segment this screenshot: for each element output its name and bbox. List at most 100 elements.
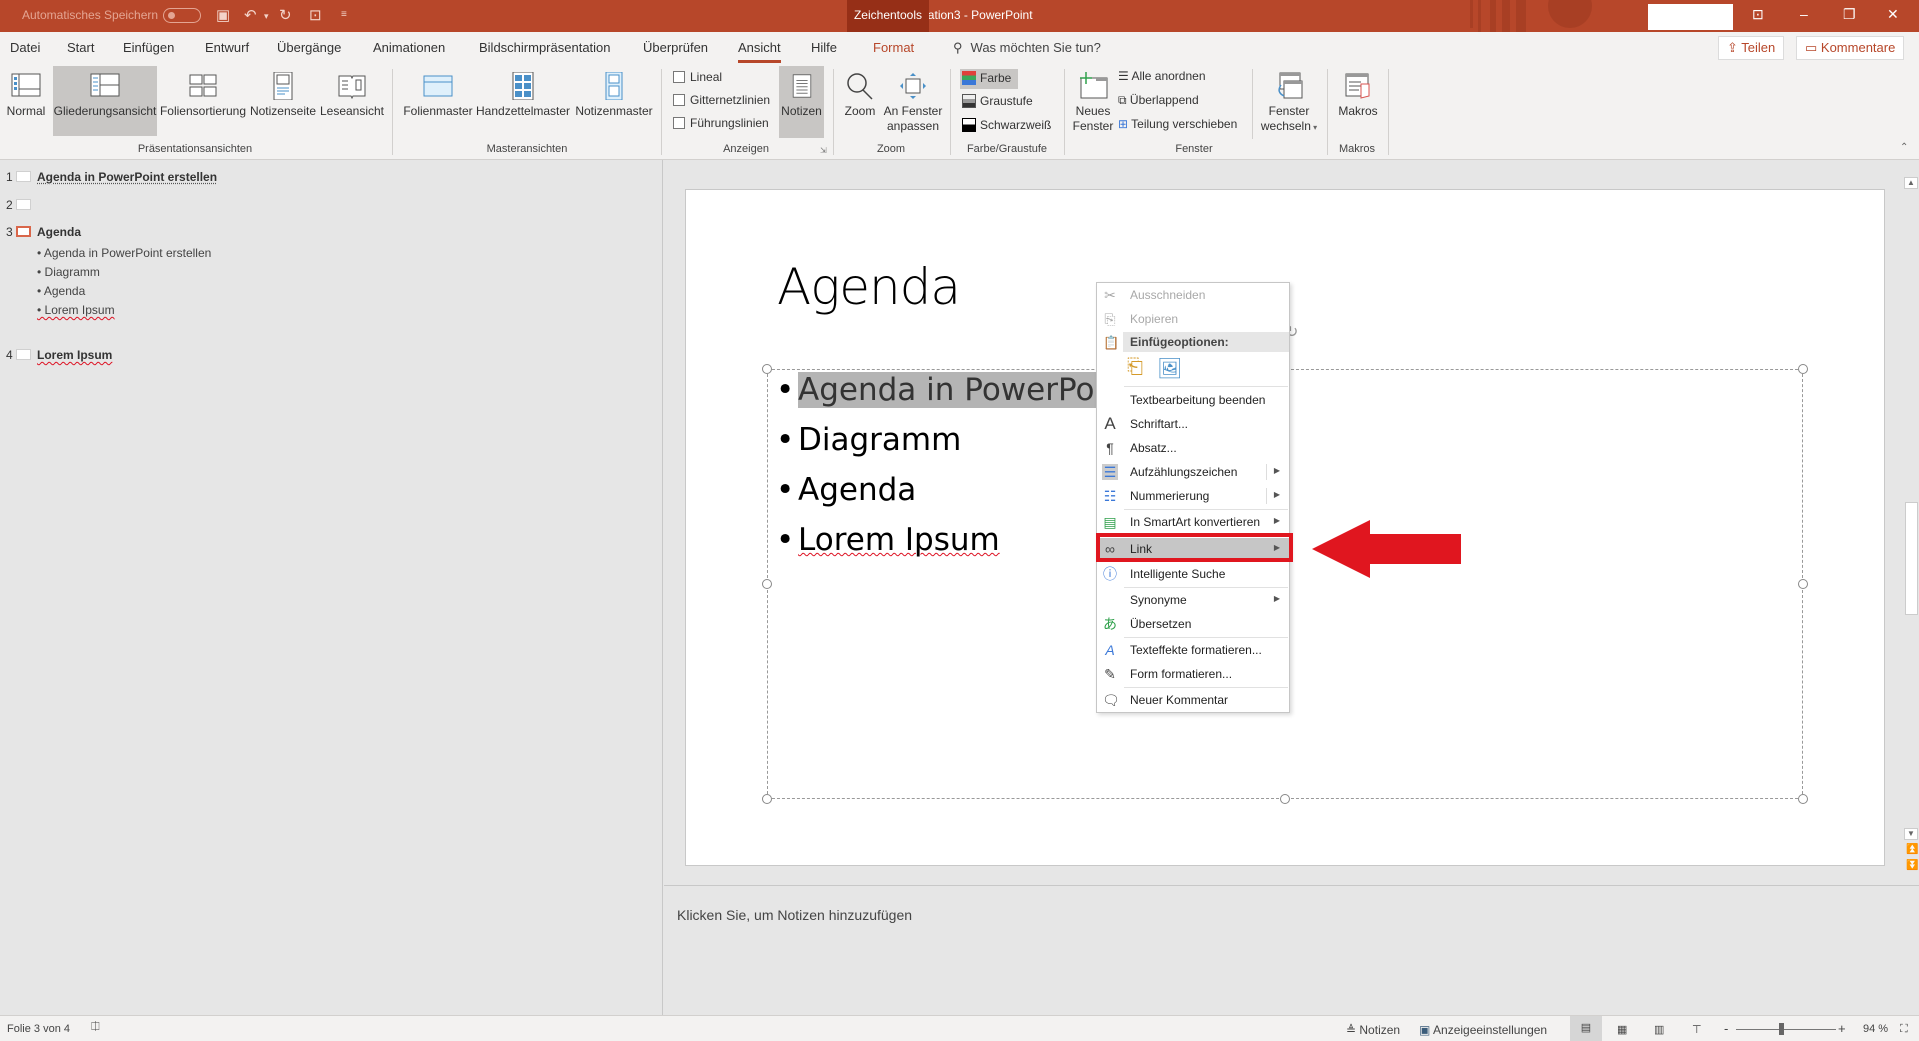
tab-bildschirmpraesentation[interactable]: Bildschirmpräsentation [479,40,611,55]
zoom-level[interactable]: 94 % [1863,1023,1888,1035]
comments-button[interactable]: ▭ Kommentare [1796,36,1905,60]
menu-item-format-shape[interactable]: ✎ Form formatieren... [1097,663,1289,685]
tab-animationen[interactable]: Animationen [373,40,445,55]
share-button[interactable]: ⇪ Teilen [1718,36,1785,60]
outline-slide-title[interactable]: Agenda in PowerPoint erstellen [37,170,217,184]
guides-checkbox[interactable]: Führungslinien [673,116,769,130]
resize-handle-top-right[interactable] [1798,364,1808,374]
zoom-out-button[interactable]: - [1724,1021,1728,1036]
notes-pane[interactable]: Klicken Sie, um Notizen hinzuzufügen [664,885,1919,1015]
outline-bullet[interactable]: • Diagramm [37,265,100,279]
outline-slide-2[interactable]: 2 [6,198,37,212]
menu-item-bullets[interactable]: ☰ Aufzählungszeichen ▶ [1097,461,1289,483]
ruler-checkbox[interactable]: Lineal [673,70,722,84]
outline-slide-title[interactable]: Agenda [37,225,81,239]
resize-handle-bottom-center[interactable] [1280,794,1290,804]
notes-page-button[interactable]: Notizenseite [249,66,317,136]
menu-item-numbering[interactable]: ☷ Nummerierung ▶ [1097,485,1289,507]
arrange-all-button[interactable]: ☰ Alle anordnen [1118,69,1206,83]
ribbon-display-options-icon[interactable]: ⊡ [1752,6,1764,23]
normal-view-button[interactable]: Normal [5,66,47,136]
accessibility-check-icon[interactable]: ⎅ [91,1021,100,1034]
notes-toggle-button[interactable]: Notizen [779,66,824,138]
tab-uebergaenge[interactable]: Übergänge [277,40,341,55]
color-button[interactable]: Farbe [960,69,1018,89]
previous-slide-icon[interactable]: ⏫ [1906,844,1918,855]
display-settings-button[interactable]: ▣ Anzeigeeinstellungen [1419,1023,1547,1037]
menu-item-format-text-effects[interactable]: A Texteffekte formatieren... [1097,639,1289,661]
bullet-text[interactable]: Agenda [798,472,916,508]
scroll-down-icon[interactable]: ▼ [1904,828,1918,840]
slide-sorter-status-icon[interactable]: ▦ [1617,1023,1627,1036]
dialog-launcher-icon[interactable]: ⇲ [820,146,827,155]
next-slide-icon[interactable]: ⏬ [1906,860,1918,871]
outline-view-button[interactable]: Gliederungsansicht [53,66,157,136]
outline-slide-4[interactable]: 4 Lorem Ipsum [6,348,112,362]
tab-einfuegen[interactable]: Einfügen [123,40,174,55]
zoom-slider-track[interactable] [1736,1029,1836,1030]
cascade-button[interactable]: ⧉ Überlappend [1118,93,1199,108]
menu-item-smart-lookup[interactable]: ⓘ Intelligente Suche [1097,563,1289,585]
macros-button[interactable]: Makros [1334,66,1382,136]
outline-pane[interactable]: 1 Agenda in PowerPoint erstellen 2 3 Agend… [0,160,663,1015]
scrollbar-thumb[interactable] [1905,502,1918,615]
gridlines-checkbox[interactable]: Gitternetzlinien [673,93,770,107]
tab-ansicht[interactable]: Ansicht [738,40,781,63]
grayscale-button[interactable]: Graustufe [962,94,1033,108]
collapse-ribbon-icon[interactable]: ⌃ [1900,142,1908,153]
resize-handle-top-left[interactable] [762,364,772,374]
paste-keep-text-icon[interactable]: ⎗ [1127,356,1143,379]
new-window-button[interactable]: Neues Fenster [1072,66,1114,144]
menu-item-new-comment[interactable]: 🗨 Neuer Kommentar [1097,689,1289,711]
bullet-text[interactable]: Lorem Ipsum [798,522,1000,558]
outline-bullet[interactable]: • Agenda in PowerPoint erstellen [37,246,211,260]
move-split-button[interactable]: ⊞ Teilung verschieben [1118,117,1237,131]
resize-handle-bottom-right[interactable] [1798,794,1808,804]
slide-thumbnail-icon[interactable] [16,171,31,182]
normal-view-status-icon[interactable]: ▤ [1570,1016,1602,1041]
tab-datei[interactable]: Datei [10,40,40,55]
slide-bullet-2[interactable]: • Diagramm [776,422,961,458]
notes-status-button[interactable]: ≜ Notizen [1346,1023,1400,1037]
slide-master-button[interactable]: Folienmaster [400,66,476,136]
menu-item-paragraph[interactable]: ¶ Absatz... [1097,437,1289,459]
tab-entwurf[interactable]: Entwurf [205,40,249,55]
handout-master-button[interactable]: Handzettelmaster [476,66,570,136]
tell-me-search[interactable]: ⚲ Was möchten Sie tun? [953,40,1101,56]
notes-placeholder[interactable]: Klicken Sie, um Notizen hinzuzufügen [677,907,912,923]
fit-to-window-button[interactable]: An Fenster anpassen [882,66,944,144]
slide-thumbnail-icon[interactable] [16,349,31,360]
start-presentation-icon[interactable]: ⊡ [309,6,322,24]
reading-view-button[interactable]: Leseansicht [319,66,385,136]
resize-handle-bottom-left[interactable] [762,794,772,804]
outline-bullet[interactable]: • Agenda [37,284,85,298]
menu-item-end-text-edit[interactable]: Textbearbeitung beenden [1097,389,1289,411]
outline-slide-1[interactable]: 1 Agenda in PowerPoint erstellen [6,170,217,184]
slide-sorter-button[interactable]: Foliensortierung [159,66,247,136]
customize-qat-icon[interactable]: ≡ [341,9,347,20]
black-white-button[interactable]: Schwarzweiß [962,118,1051,132]
selected-bullet-text[interactable]: Agenda in PowerPoint [798,372,1137,408]
minimize-icon[interactable]: – [1800,6,1808,22]
undo-icon[interactable]: ↶ [244,6,257,24]
outline-bullet[interactable]: • Lorem Ipsum [37,303,115,317]
resize-handle-middle-left[interactable] [762,579,772,589]
scroll-up-icon[interactable]: ▲ [1904,177,1918,189]
resize-handle-middle-right[interactable] [1798,579,1808,589]
paste-as-picture-icon[interactable]: 🖼 [1157,356,1182,381]
outline-slide-3[interactable]: 3 Agenda [6,225,81,239]
slide-title[interactable]: Agenda [777,258,961,316]
switch-windows-button[interactable]: Fenster wechseln ▾ [1258,66,1320,144]
menu-item-synonyms[interactable]: Synonyme ▶ [1097,589,1289,611]
menu-item-font[interactable]: A Schriftart... [1097,413,1289,435]
undo-dropdown-icon[interactable]: ▾ [264,11,269,22]
bullet-text[interactable]: Diagramm [798,422,961,458]
restore-icon[interactable]: ❐ [1843,6,1856,23]
slide-bullet-1[interactable]: • Agenda in PowerPoint [776,372,1137,408]
tab-hilfe[interactable]: Hilfe [811,40,837,55]
notes-master-button[interactable]: Notizenmaster [572,66,656,136]
slide-thumbnail-icon[interactable] [16,199,31,210]
slide-thumbnail-icon[interactable] [16,226,31,237]
autosave-toggle[interactable] [163,8,201,23]
zoom-button[interactable]: Zoom [840,66,880,136]
